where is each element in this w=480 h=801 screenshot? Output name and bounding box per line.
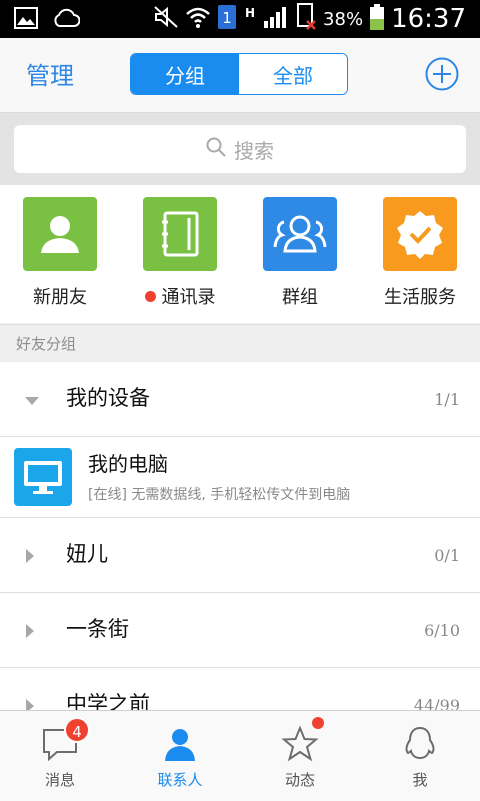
no-sim-icon	[295, 3, 317, 35]
cloud-notification-icon	[52, 7, 81, 33]
expanded-arrow-icon	[24, 392, 40, 411]
device-description: [在线] 无需数据线, 手机轻松传文件到电脑	[88, 487, 351, 503]
quick-action-new-friend[interactable]: 新朋友	[0, 197, 120, 309]
manage-button[interactable]: 管理	[26, 56, 74, 91]
sim-1-icon: 1	[217, 4, 237, 34]
quick-action-address-book[interactable]: 通讯录	[120, 197, 240, 309]
tab-me[interactable]: 我	[360, 711, 480, 801]
group-count: 6/10	[424, 621, 460, 640]
group-count: 1/1	[434, 390, 460, 409]
segment-groups[interactable]: 分组	[131, 54, 239, 94]
tab-label: 动态	[284, 771, 315, 789]
quick-action-label: 群组	[282, 287, 318, 308]
tab-contacts[interactable]: 联系人	[120, 711, 240, 801]
unread-badge: 4	[64, 717, 90, 743]
view-segmented-control: 分组 全部	[130, 53, 348, 95]
quick-action-groups[interactable]: 群组	[240, 197, 360, 309]
new-indicator-dot	[144, 290, 156, 302]
quick-action-label: 生活服务	[384, 287, 456, 308]
svg-text:1: 1	[222, 9, 232, 27]
new-friend-icon	[23, 197, 97, 271]
group-name: 妞儿	[66, 542, 108, 566]
svg-text:H: H	[245, 6, 255, 20]
search-area: 搜索	[0, 113, 480, 185]
life-service-icon	[383, 197, 457, 271]
group-count: 0/1	[434, 546, 460, 565]
battery-percentage: 38%	[323, 8, 364, 30]
contacts-icon	[161, 725, 199, 763]
group-row-my-devices[interactable]: 我的设备 1/1	[0, 362, 480, 437]
tab-label: 联系人	[157, 771, 203, 789]
star-icon	[281, 725, 319, 763]
group-row-niuer[interactable]: 妞儿 0/1	[0, 518, 480, 593]
tab-label: 我	[412, 771, 428, 789]
top-bar: 管理 分组 全部	[0, 38, 480, 113]
collapsed-arrow-icon	[24, 623, 36, 643]
tab-label: 消息	[44, 771, 75, 789]
device-row-my-computer[interactable]: 我的电脑 [在线] 无需数据线, 手机轻松传文件到电脑	[0, 437, 480, 518]
address-book-icon	[143, 197, 217, 271]
status-bar: 1 H 38% 16:37	[0, 0, 480, 38]
penguin-icon	[401, 725, 439, 763]
quick-action-label: 新朋友	[33, 287, 87, 308]
group-row-yitiaojie[interactable]: 一条街 6/10	[0, 593, 480, 668]
computer-icon	[14, 448, 72, 506]
signal-icon	[263, 5, 289, 33]
image-notification-icon	[14, 7, 38, 33]
section-header-friend-groups: 好友分组	[0, 324, 480, 363]
device-name: 我的电脑	[88, 452, 168, 476]
quick-action-label: 通讯录	[161, 287, 216, 308]
search-placeholder: 搜索	[234, 138, 274, 163]
group-name: 我的设备	[66, 386, 150, 410]
tab-messages[interactable]: 4 消息	[0, 711, 120, 801]
quick-actions: 新朋友 通讯录 群组 生活服务	[0, 185, 480, 323]
segment-all[interactable]: 全部	[239, 54, 347, 94]
search-icon	[206, 137, 226, 162]
group-icon	[263, 197, 337, 271]
group-list: 我的设备 1/1 我的电脑 [在线] 无需数据线, 手机轻松传文件到电脑 妞儿 …	[0, 362, 480, 743]
clock: 16:37	[391, 4, 466, 34]
wifi-icon	[185, 5, 211, 33]
bottom-tab-bar: 4 消息 联系人 动态 我	[0, 710, 480, 801]
tab-feed[interactable]: 动态	[240, 711, 360, 801]
add-icon[interactable]	[425, 57, 459, 91]
hspa-icon: H	[243, 5, 257, 33]
new-feed-dot	[312, 717, 324, 729]
group-name: 一条街	[66, 617, 129, 641]
quick-action-life-service[interactable]: 生活服务	[360, 197, 480, 309]
mute-icon	[153, 5, 179, 33]
search-input[interactable]: 搜索	[14, 125, 466, 173]
battery-icon	[369, 3, 385, 35]
collapsed-arrow-icon	[24, 548, 36, 568]
